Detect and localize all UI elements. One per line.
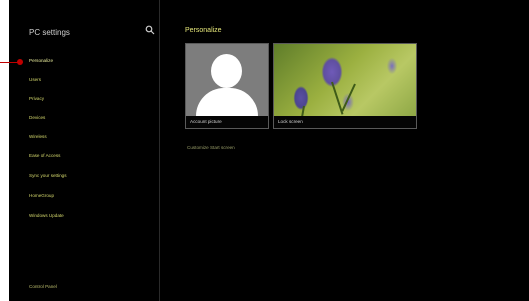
lock-screen-image bbox=[274, 44, 416, 120]
sidebar-item-homegroup[interactable]: HomeGroup bbox=[29, 193, 54, 198]
user-head-icon bbox=[211, 54, 242, 88]
sidebar-item-sync-settings[interactable]: Sync your settings bbox=[29, 173, 67, 178]
sidebar-item-devices[interactable]: Devices bbox=[29, 115, 45, 120]
control-panel-link[interactable]: Control Panel bbox=[29, 284, 57, 289]
stem-shape bbox=[341, 83, 356, 112]
sidebar-title: PC settings bbox=[29, 28, 70, 37]
search-icon[interactable] bbox=[145, 25, 155, 35]
click-marker bbox=[17, 59, 23, 65]
account-picture-tile[interactable]: Account picture bbox=[185, 43, 269, 129]
sidebar-item-ease-of-access[interactable]: Ease of Access bbox=[29, 153, 60, 158]
sidebar-item-wireless[interactable]: Wireless bbox=[29, 134, 47, 139]
lock-screen-tile[interactable]: Lock screen bbox=[273, 43, 417, 129]
lock-screen-label: Lock screen bbox=[274, 116, 416, 128]
settings-sidebar: PC settings Personalize Users Privacy De… bbox=[9, 0, 160, 301]
avatar bbox=[186, 44, 268, 116]
customize-start-link[interactable]: Customize Start screen bbox=[187, 145, 235, 150]
account-picture-label: Account picture bbox=[186, 116, 268, 128]
user-body-icon bbox=[196, 88, 258, 116]
sidebar-item-privacy[interactable]: Privacy bbox=[29, 96, 44, 101]
page-title: Personalize bbox=[185, 27, 222, 34]
sidebar-item-windows-update[interactable]: Windows Update bbox=[29, 213, 64, 218]
sidebar-item-users[interactable]: Users bbox=[29, 77, 41, 82]
sidebar-item-personalize[interactable]: Personalize bbox=[29, 58, 53, 63]
pc-settings-window: PC settings Personalize Users Privacy De… bbox=[9, 0, 529, 301]
pointer-line bbox=[0, 62, 18, 63]
